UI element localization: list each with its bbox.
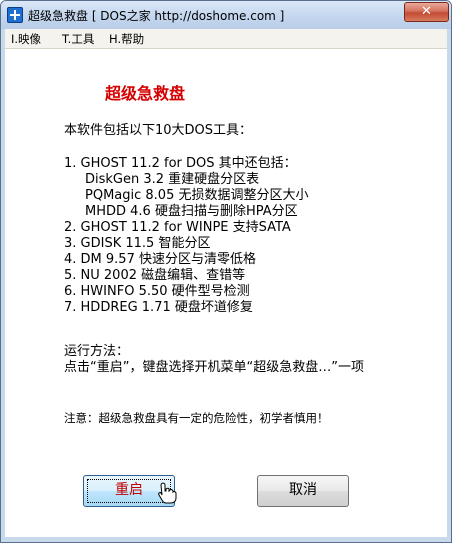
close-button[interactable]: ✕ bbox=[404, 2, 449, 22]
close-icon: ✕ bbox=[421, 4, 432, 19]
window-title: 超级急救盘 [ DOS之家 http://doshome.com ] bbox=[28, 9, 285, 23]
tool-item: 4. DM 9.57 快速分区与清零低格 bbox=[64, 252, 256, 267]
menu-image[interactable]: I.映像 bbox=[11, 31, 41, 47]
tool-item: 1. GHOST 11.2 for DOS 其中还包括： bbox=[64, 156, 297, 171]
tool-subitem: PQMagic 8.05 无损数据调整分区大小 bbox=[85, 188, 309, 203]
tool-item: 5. NU 2002 磁盘编辑、查错等 bbox=[64, 268, 246, 283]
app-plus-icon[interactable] bbox=[7, 7, 23, 23]
main-window: 超级急救盘 [ DOS之家 http://doshome.com ] ✕ I.映… bbox=[0, 0, 452, 543]
client-area: 超级急救盘 本软件包括以下10大DOS工具： 1. GHOST 11.2 for… bbox=[5, 49, 447, 537]
tool-item: 7. HDDREG 1.71 硬盘坏道修复 bbox=[64, 300, 253, 315]
tool-subitem: MHDD 4.6 硬盘扫描与删除HPA分区 bbox=[85, 204, 298, 219]
tool-item: 6. HWINFO 5.50 硬件型号检测 bbox=[64, 284, 250, 299]
tool-subitem: DiskGen 3.2 重建硬盘分区表 bbox=[85, 172, 260, 187]
usage-title: 运行方法： bbox=[64, 344, 130, 359]
tool-item: 2. GHOST 11.2 for WINPE 支持SATA bbox=[64, 220, 291, 235]
tool-item: 3. GDISK 11.5 智能分区 bbox=[64, 236, 211, 251]
intro-text: 本软件包括以下10大DOS工具： bbox=[64, 123, 253, 138]
usage-text: 点击“重启”，键盘选择开机菜单“超级急救盘…”一项 bbox=[64, 360, 364, 375]
menu-help[interactable]: H.帮助 bbox=[109, 31, 144, 47]
menu-bar: I.映像 T.工具 H.帮助 bbox=[5, 29, 447, 49]
cancel-button[interactable]: 取消 bbox=[257, 475, 349, 507]
hand-pointer-icon bbox=[158, 482, 177, 504]
page-title: 超级急救盘 bbox=[105, 84, 186, 103]
title-bar[interactable]: 超级急救盘 [ DOS之家 http://doshome.com ] ✕ bbox=[1, 1, 451, 29]
warning-text: 注意：超级急救盘具有一定的危险性，初学者慎用！ bbox=[64, 411, 329, 425]
menu-tools[interactable]: T.工具 bbox=[62, 31, 94, 47]
